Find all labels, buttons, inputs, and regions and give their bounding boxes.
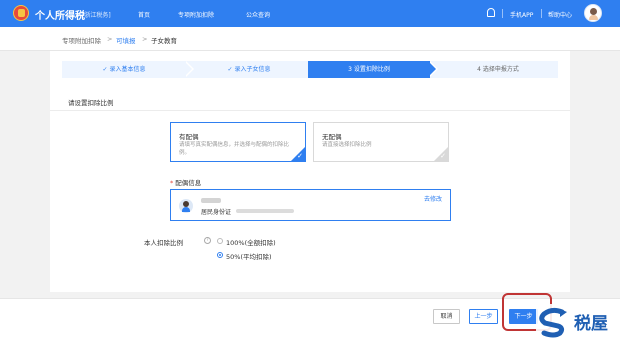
step-filing-method: 4 选择申报方式 (477, 66, 519, 73)
section-divider (50, 110, 570, 111)
check-icon: ✓ (297, 152, 303, 160)
main-panel: ✓ 录入基本信息 ✓ 录入子女信息 3 设置扣除比例 4 选择申报方式 请设置扣… (50, 51, 570, 292)
radio-half-deduction[interactable] (217, 252, 223, 258)
option-description: 请直接选择扣除比例 (322, 142, 372, 148)
breadcrumb-separator: > (142, 35, 148, 43)
option-title: 无配偶 (322, 133, 342, 141)
step-arrow (428, 61, 436, 77)
nav-public-query[interactable]: 公众查询 (246, 10, 270, 19)
step-arrow (184, 61, 192, 77)
option-description: 请填写真实配偶信息，并选择与配偶的扣除比例。 (179, 142, 290, 156)
spouse-info-label: * 配偶信息 (170, 177, 201, 187)
required-mark: * (170, 179, 174, 187)
radio-full-deduction[interactable] (217, 238, 223, 244)
watermark-text: 税屋 (574, 314, 608, 334)
section-title: 请设置扣除比例 (68, 99, 114, 107)
nav-home[interactable]: 首页 (138, 10, 150, 19)
spouse-id-number-redacted (236, 209, 294, 213)
step-basic-info: ✓ 录入基本信息 (102, 66, 146, 73)
breadcrumb: 专项附加扣除 > 可填报 > 子女教育 (0, 27, 620, 51)
watermark-logo-icon (539, 307, 567, 338)
header-divider (541, 9, 542, 18)
mobile-app-link[interactable]: 手机APP (510, 10, 533, 19)
check-icon: ✓ (440, 152, 446, 160)
spouse-avatar-icon (179, 199, 193, 213)
prev-step-button[interactable]: 上一步 (469, 309, 498, 324)
breadcrumb-separator: > (107, 35, 113, 43)
breadcrumb-fillable[interactable]: 可填报 (116, 35, 136, 45)
breadcrumb-special-deduction[interactable]: 专项附加扣除 (62, 35, 101, 45)
spouse-label-text: 配偶信息 (175, 179, 202, 187)
top-navbar: 个人所得税 [浙江税务] 首页 专项附加扣除 公众查询 手机APP 帮助中心 (0, 0, 620, 27)
step-progress: ✓ 录入基本信息 ✓ 录入子女信息 3 设置扣除比例 4 选择申报方式 (62, 61, 558, 78)
spouse-card: 居民身份证 去修改 (170, 189, 451, 221)
option-no-spouse[interactable]: 无配偶 请直接选择扣除比例 ✓ (313, 122, 449, 162)
spouse-id-type: 居民身份证 (201, 209, 232, 216)
help-question-icon[interactable]: ? (204, 237, 211, 244)
cancel-button[interactable]: 取消 (433, 309, 460, 324)
step-set-ratio: 3 设置扣除比例 (308, 61, 430, 78)
step-child-info: ✓ 录入子女信息 (227, 66, 271, 73)
user-avatar[interactable] (584, 4, 602, 22)
breadcrumb-current: 子女教育 (151, 37, 177, 45)
header-divider (502, 9, 503, 18)
ratio-label: 本人扣除比例 (144, 239, 183, 247)
region-label: [浙江税务] (82, 12, 111, 19)
ratio-option-half[interactable]: 50%(平均扣除) (226, 251, 272, 261)
option-has-spouse[interactable]: 有配偶 请填写真实配偶信息，并选择与配偶的扣除比例。 ✓ (170, 122, 306, 162)
spouse-change-link[interactable]: 去修改 (424, 194, 442, 203)
bell-icon[interactable] (487, 8, 495, 17)
tax-emblem-logo (13, 5, 29, 21)
option-title: 有配偶 (179, 133, 199, 141)
watermark: 税屋 (536, 304, 620, 341)
spouse-name-redacted (201, 198, 221, 203)
ratio-option-full[interactable]: 100%(全额扣除) (226, 237, 276, 247)
help-center-link[interactable]: 帮助中心 (548, 10, 572, 19)
app-title: 个人所得税 (35, 11, 85, 22)
nav-special-deduction[interactable]: 专项附加扣除 (178, 10, 214, 19)
